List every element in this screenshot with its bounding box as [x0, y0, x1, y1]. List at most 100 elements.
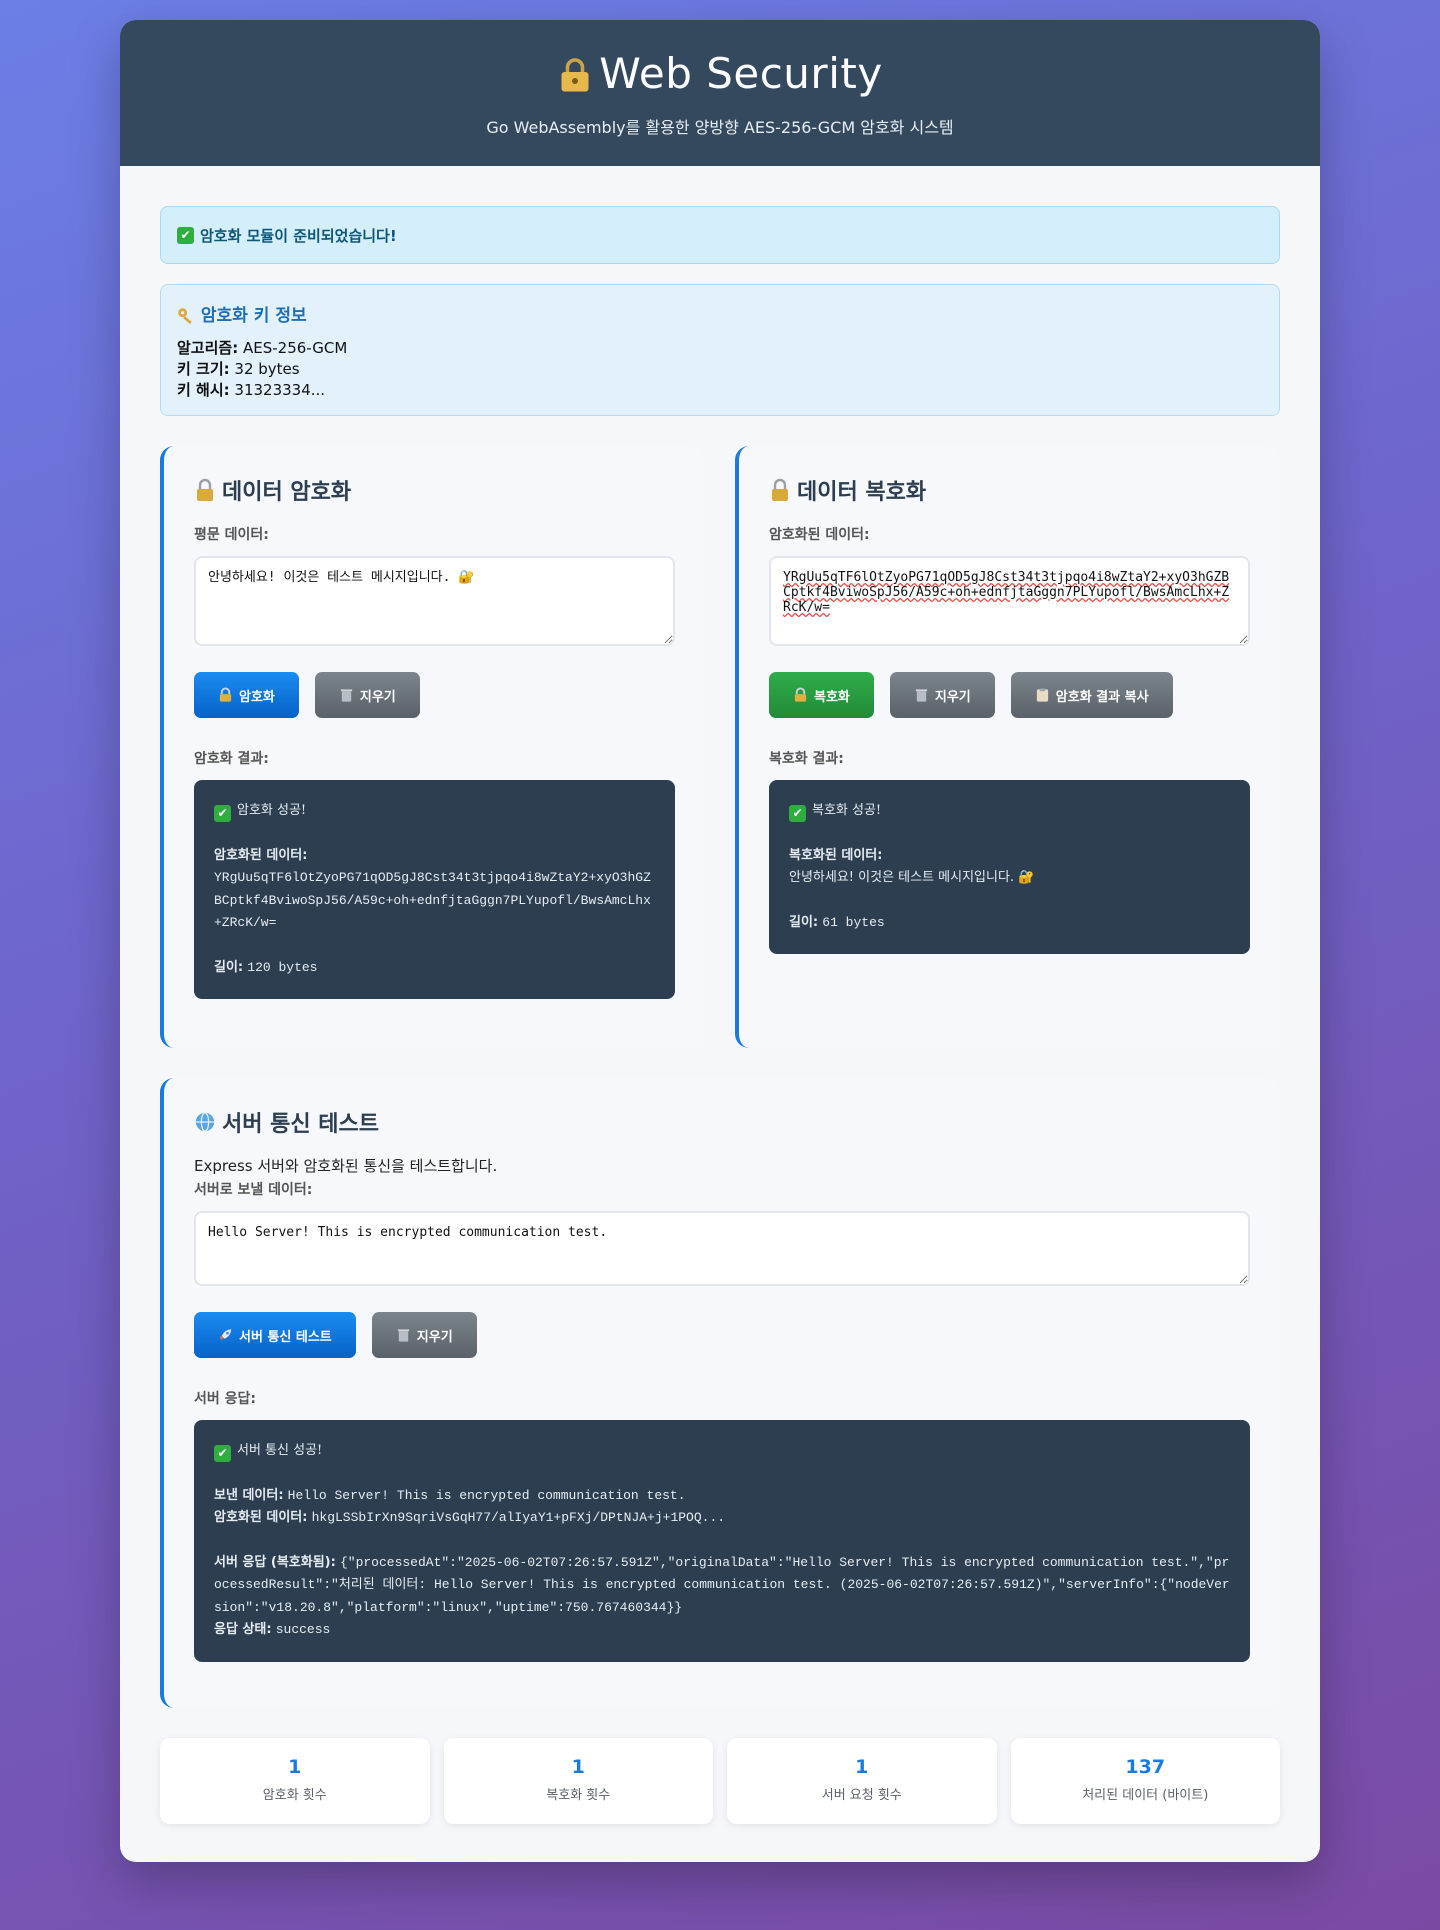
- decrypted-data-value: 안녕하세요! 이것은 테스트 메시지입니다. 🔐: [789, 870, 1035, 885]
- server-test-button[interactable]: 서버 통신 테스트: [194, 1312, 356, 1358]
- encrypt-button-label: 암호화: [239, 689, 275, 705]
- decrypt-length-value: 61 bytes: [822, 914, 885, 930]
- clipboard-icon: [1036, 688, 1048, 702]
- server-data-input[interactable]: [194, 1211, 1250, 1286]
- sent-data-value: Hello Server! This is encrypted communic…: [287, 1487, 686, 1503]
- encrypt-clear-label: 지우기: [359, 689, 396, 705]
- lock-key-icon: [561, 58, 589, 92]
- keysize-value: 32 bytes: [234, 360, 300, 378]
- server-response-value: {"processedAt":"2025-06-02T07:26:57.591Z…: [214, 1554, 1230, 1615]
- decrypt-length-label: 길이:: [789, 914, 819, 930]
- copy-result-button[interactable]: 암호화 결과 복사: [1010, 672, 1173, 718]
- encrypt-panel: 데이터 암호화 평문 데이터: 암호화 지우기 암호화 결과: ✔암호: [160, 446, 705, 1048]
- hash-row: 키 해시: 31323334...: [177, 380, 1263, 401]
- algorithm-value: AES-256-GCM: [242, 339, 348, 357]
- key-icon: [178, 308, 192, 324]
- decrypt-result-box: ✔ 복호화 성공! 복호화된 데이터: 안녕하세요! 이것은 테스트 메시지입니다…: [769, 780, 1250, 954]
- rocket-icon: [219, 1329, 232, 1340]
- plaintext-label: 평문 데이터:: [194, 527, 269, 543]
- stat-label: 복호화 횟수: [546, 1788, 611, 1803]
- lock-icon: [219, 687, 232, 702]
- stat-server-count: 1 서버 요청 횟수: [727, 1738, 997, 1824]
- encrypt-title: 데이터 암호화: [194, 474, 675, 506]
- decrypt-clear-button[interactable]: 지우기: [889, 672, 995, 718]
- key-info-title-text: 암호화 키 정보: [200, 306, 307, 326]
- crypto-panels: 데이터 암호화 평문 데이터: 암호화 지우기 암호화 결과: ✔암호: [160, 446, 1280, 1048]
- decrypt-button-label: 복호화: [814, 689, 850, 705]
- stat-label: 서버 요청 횟수: [821, 1788, 902, 1803]
- encrypt-length-value: 120 bytes: [247, 959, 318, 975]
- lock-icon: [794, 687, 807, 702]
- server-result-label: 서버 응답:: [194, 1391, 256, 1407]
- keysize-label: 키 크기:: [177, 360, 230, 378]
- page-subtitle: Go WebAssembly를 활용한 양방향 AES-256-GCM 암호화 …: [486, 118, 954, 137]
- server-title-text: 서버 통신 테스트: [222, 1112, 379, 1137]
- decrypted-data-label: 복호화된 데이터:: [789, 847, 883, 863]
- status-text: 암호화 모듈이 준비되었습니다!: [200, 226, 397, 245]
- check-icon: ✔: [214, 1445, 231, 1462]
- stat-label: 암호화 횟수: [262, 1788, 327, 1803]
- stat-value: 137: [1125, 1756, 1166, 1778]
- keysize-row: 키 크기: 32 bytes: [177, 359, 1263, 380]
- status-banner: ✔ 암호화 모듈이 준비되었습니다!: [160, 206, 1280, 264]
- ciphertext-input[interactable]: [769, 556, 1250, 646]
- lock-icon: [772, 478, 788, 501]
- server-encrypted-label: 암호화된 데이터:: [214, 1510, 308, 1525]
- page-title: Web Security: [120, 48, 1320, 100]
- server-result-box: ✔ 서버 통신 성공! 보낸 데이터: Hello Server! This is…: [194, 1420, 1250, 1662]
- encrypt-clear-button[interactable]: 지우기: [314, 672, 420, 718]
- encrypt-result-box: ✔ 암호화 성공! 암호화된 데이터: YRgUu5qTF6lOtZyoPG71q…: [194, 780, 675, 999]
- decrypt-panel: 데이터 복호화 암호화된 데이터: 복호화 지우기 암호화 결과 복사: [735, 446, 1280, 1048]
- decrypt-title-text: 데이터 복호화: [797, 480, 927, 505]
- encrypt-result-status: 암호화 성공!: [237, 803, 307, 818]
- decrypt-title: 데이터 복호화: [769, 474, 1250, 506]
- lock-icon: [197, 478, 213, 501]
- copy-result-label: 암호화 결과 복사: [1055, 689, 1149, 705]
- app-container: Web Security Go WebAssembly를 활용한 양방향 AES…: [120, 20, 1320, 1862]
- trash-icon: [915, 689, 928, 702]
- server-clear-button[interactable]: 지우기: [371, 1312, 477, 1358]
- encrypted-data-value: YRgUu5qTF6lOtZyoPG71qOD5gJ8Cst34t3tjpqo4…: [214, 870, 651, 930]
- encrypt-length-label: 길이:: [214, 959, 244, 975]
- sent-data-label: 보낸 데이터:: [214, 1487, 284, 1503]
- server-input-label: 서버로 보낼 데이터:: [194, 1182, 313, 1198]
- server-encrypted-value: hkgLSSbIrXn9SqriVsGqH77/alIyaY1+pFXj/DPt…: [311, 1510, 726, 1525]
- response-state-value: success: [275, 1622, 331, 1637]
- hash-value: 31323334...: [234, 381, 326, 399]
- key-info-title: 암호화 키 정보: [177, 301, 1263, 326]
- server-title: 서버 통신 테스트: [194, 1106, 1250, 1138]
- encrypt-result-label: 암호화 결과:: [194, 751, 269, 767]
- plaintext-input[interactable]: [194, 556, 675, 646]
- stat-label: 처리된 데이터 (바이트): [1082, 1788, 1209, 1803]
- stats-row: 1 암호화 횟수 1 복호화 횟수 1 서버 요청 횟수 137 처리된 데이터…: [160, 1738, 1280, 1824]
- response-state-label: 응답 상태:: [214, 1622, 272, 1637]
- decrypt-result-status: 복호화 성공!: [812, 803, 882, 818]
- check-icon: ✔: [177, 226, 194, 244]
- stat-decrypt-count: 1 복호화 횟수: [443, 1738, 713, 1824]
- trash-icon: [340, 689, 353, 702]
- stat-bytes-processed: 137 처리된 데이터 (바이트): [1010, 1738, 1280, 1824]
- algorithm-row: 알고리즘: AES-256-GCM: [177, 338, 1263, 359]
- stat-value: 1: [571, 1756, 585, 1778]
- stat-value: 1: [855, 1756, 869, 1778]
- hash-label: 키 해시:: [177, 381, 230, 399]
- title-text: Web Security: [599, 49, 883, 98]
- encrypt-title-text: 데이터 암호화: [222, 480, 352, 505]
- decrypt-button[interactable]: 복호화: [769, 672, 874, 718]
- encrypt-button[interactable]: 암호화: [194, 672, 299, 718]
- header: Web Security Go WebAssembly를 활용한 양방향 AES…: [120, 20, 1320, 166]
- ciphertext-label: 암호화된 데이터:: [769, 527, 870, 543]
- server-response-label: 서버 응답 (복호화됨):: [214, 1554, 336, 1570]
- decrypt-clear-label: 지우기: [934, 689, 971, 705]
- encrypted-data-label: 암호화된 데이터:: [214, 847, 308, 863]
- server-clear-label: 지우기: [416, 1329, 453, 1345]
- key-info-box: 암호화 키 정보 알고리즘: AES-256-GCM 키 크기: 32 byte…: [160, 284, 1280, 416]
- globe-icon: [195, 1112, 215, 1132]
- check-icon: ✔: [214, 805, 231, 822]
- algorithm-label: 알고리즘:: [177, 339, 239, 357]
- server-desc: Express 서버와 암호화된 통신을 테스트합니다.: [194, 1157, 498, 1175]
- trash-icon: [397, 1329, 409, 1342]
- server-result-status: 서버 통신 성공!: [237, 1443, 323, 1458]
- stat-value: 1: [288, 1756, 302, 1778]
- stat-encrypt-count: 1 암호화 횟수: [160, 1738, 430, 1824]
